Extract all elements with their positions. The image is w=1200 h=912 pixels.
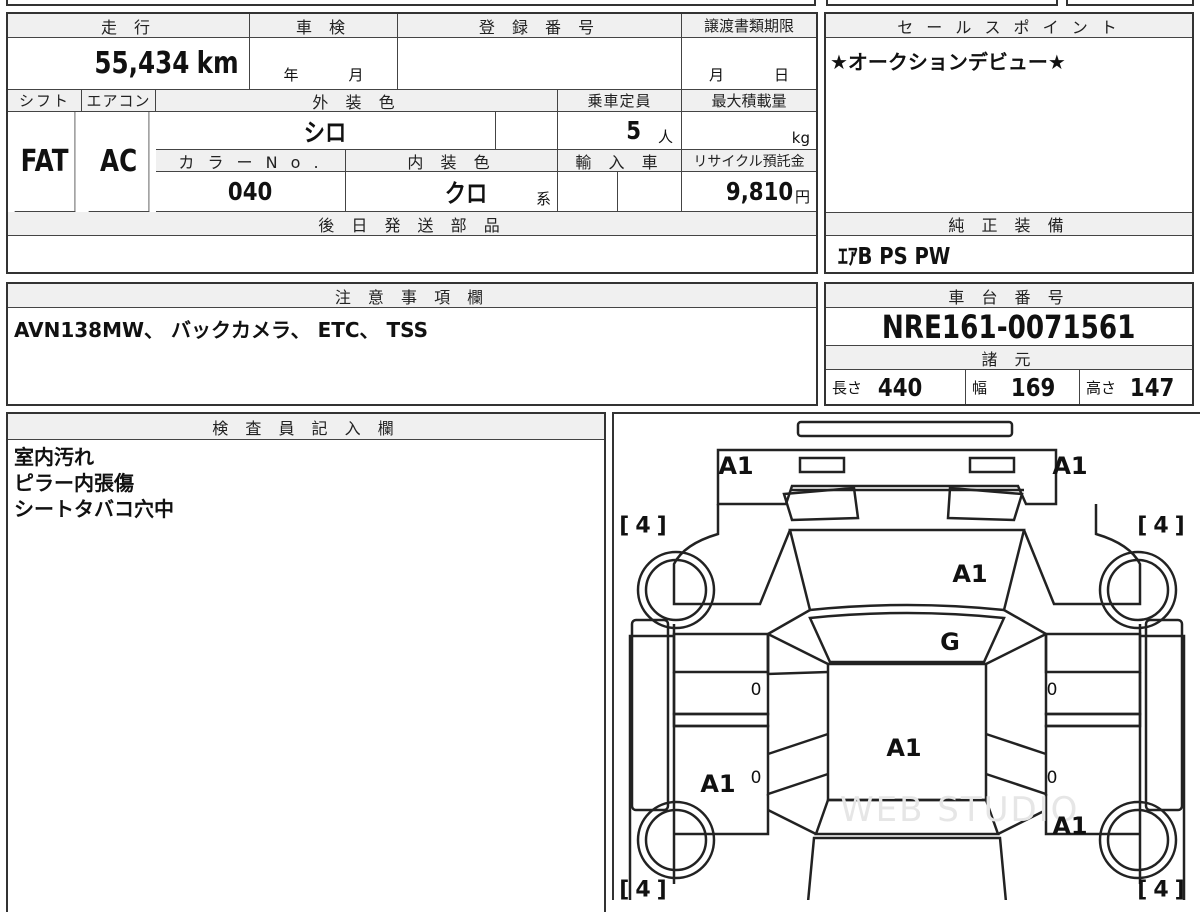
chassis-box: 車 台 番 号 NRE161-0071561 諸 元 長さ 440 幅 169 … <box>824 282 1194 406</box>
registration-label: 登 録 番 号 <box>398 14 682 38</box>
aircon-value: AC <box>88 112 150 212</box>
damage-mark: A1 <box>886 734 922 762</box>
damage-mark: A1 <box>1052 812 1088 840</box>
damage-mark: A1 <box>1052 452 1088 480</box>
genuine-equipment-label: 純 正 装 備 <box>826 212 1192 236</box>
vehicle-info-table: 走 行 車 検 登 録 番 号 譲渡書類期限 55,434 km 年 月 月 日… <box>6 12 818 274</box>
import-value-a <box>558 172 618 212</box>
later-parts-label: 後 日 発 送 部 品 <box>8 212 816 236</box>
later-parts-value <box>8 236 816 272</box>
notes-box: 注 意 事 項 欄 AVN138MW、 バックカメラ、 ETC、 TSS <box>6 282 818 406</box>
spec-height-label: 高さ <box>1086 378 1117 397</box>
spec-height-cell: 高さ 147 <box>1080 370 1192 404</box>
inspector-box: 検 査 員 記 入 欄 室内汚れ ピラー内張傷 シートタバコ穴中 <box>6 412 606 912</box>
inspector-note-line: シートタバコ穴中 <box>14 497 174 521</box>
sales-point-text: ★オークションデビュー★ <box>830 49 1066 74</box>
transfer-deadline-value: 月 日 <box>682 38 816 90</box>
door-mark: 0 <box>750 680 762 700</box>
tire-tread-front-left: [4] <box>619 513 673 539</box>
transfer-deadline-label: 譲渡書類期限 <box>682 14 816 38</box>
notes-value: AVN138MW、 バックカメラ、 ETC、 TSS <box>14 317 429 342</box>
spec-width-value: 169 <box>1010 372 1056 402</box>
interior-color-suffix: 系 <box>535 190 551 208</box>
inspector-notes: 室内汚れ ピラー内張傷 シートタバコ穴中 <box>14 444 174 522</box>
transfer-day: 日 <box>774 66 790 84</box>
exterior-color-value-cell: シロ <box>156 112 496 150</box>
sales-point-box: セ ー ル ス ポ イ ン ト ★オークションデビュー★ 純 正 装 備 ｴｱB… <box>824 12 1194 274</box>
inspector-note-line: ピラー内張傷 <box>14 471 134 495</box>
max-load-value-cell: kg <box>682 112 816 150</box>
interior-color-value: クロ <box>445 178 488 208</box>
spec-length-cell: 長さ 440 <box>826 370 966 404</box>
watermark: WEB STUDIO <box>840 790 1080 830</box>
capacity-value-cell: 5 人 <box>558 112 682 150</box>
exterior-color-label: 外 装 色 <box>156 90 558 112</box>
recycle-value-cell: 9,810 円 <box>682 172 816 212</box>
spec-height-value: 147 <box>1129 372 1175 402</box>
door-mark: 0 <box>1046 768 1058 788</box>
max-load-unit: kg <box>791 129 810 147</box>
spec-length-value: 440 <box>877 372 923 402</box>
capacity-unit: 人 <box>657 128 673 146</box>
color-no-value-cell: 040 <box>156 172 346 212</box>
import-value-b <box>618 172 682 212</box>
transfer-month: 月 <box>708 66 724 84</box>
recycle-unit: 円 <box>794 188 810 206</box>
mileage-value: 55,434 <box>94 46 190 81</box>
interior-color-label: 内 装 色 <box>346 150 558 172</box>
shaken-label: 車 検 <box>250 14 398 38</box>
door-mark: 0 <box>750 768 762 788</box>
shaken-value-cell: 年 月 <box>250 38 398 90</box>
shaken-month: 月 <box>348 66 364 84</box>
top-strip-right2 <box>1066 0 1194 6</box>
mileage-unit: km <box>196 46 239 81</box>
top-strip-right <box>826 0 1058 6</box>
color-no-label: カ ラ ー N o . <box>156 150 346 172</box>
capacity-value: 5 <box>625 116 641 145</box>
door-mark: 0 <box>1046 680 1058 700</box>
exterior-color-extra <box>496 112 558 150</box>
inspector-note-line: 室内汚れ <box>14 445 94 469</box>
chassis-value-cell: NRE161-0071561 <box>826 308 1192 346</box>
import-label: 輸 入 車 <box>558 150 682 172</box>
shift-label: シフト <box>8 90 82 112</box>
interior-color-value-cell: クロ 系 <box>346 172 558 212</box>
specs-label: 諸 元 <box>826 346 1192 370</box>
spec-length-label: 長さ <box>832 378 863 397</box>
damage-mark: G <box>940 628 960 656</box>
exterior-color-value: シロ <box>304 117 347 147</box>
tire-tread-front-right: [4] <box>1137 513 1191 539</box>
tire-tread-rear-right: [4] <box>1137 877 1191 901</box>
top-strip <box>6 0 816 6</box>
damage-mark: A1 <box>718 452 754 480</box>
tire-tread-rear-left: [4] <box>619 877 673 901</box>
chassis-value: NRE161-0071561 <box>882 308 1136 346</box>
chassis-label: 車 台 番 号 <box>826 284 1192 308</box>
shaken-year: 年 <box>283 66 299 84</box>
damage-mark: A1 <box>700 770 736 798</box>
recycle-value: 9,810 <box>725 177 794 206</box>
capacity-label: 乗車定員 <box>558 90 682 112</box>
registration-value <box>398 38 682 90</box>
mileage-label: 走 行 <box>8 14 250 38</box>
notes-value-cell: AVN138MW、 バックカメラ、 ETC、 TSS <box>8 310 816 346</box>
damage-mark: A1 <box>952 560 988 588</box>
mileage-value-cell: 55,434 km <box>8 38 250 90</box>
recycle-label: リサイクル預託金 <box>682 150 816 172</box>
color-no-value: 040 <box>228 177 273 206</box>
aircon-label: エアコン <box>82 90 156 112</box>
inspector-label: 検 査 員 記 入 欄 <box>8 414 604 440</box>
sales-point-label: セ ー ル ス ポ イ ン ト <box>826 14 1192 38</box>
genuine-equipment-value: ｴｱB PS PW <box>826 236 1192 272</box>
shift-value: FAT <box>14 112 76 212</box>
max-load-label: 最大積載量 <box>682 90 816 112</box>
spec-width-label: 幅 <box>972 378 988 397</box>
spec-width-cell: 幅 169 <box>966 370 1080 404</box>
genuine-equipment-text: ｴｱB PS PW <box>838 244 951 270</box>
notes-label: 注 意 事 項 欄 <box>8 284 816 308</box>
car-damage-diagram: WEB STUDIO A1 A1 A1 G A1 A1 A1 [4] [4] [… <box>612 412 1200 900</box>
